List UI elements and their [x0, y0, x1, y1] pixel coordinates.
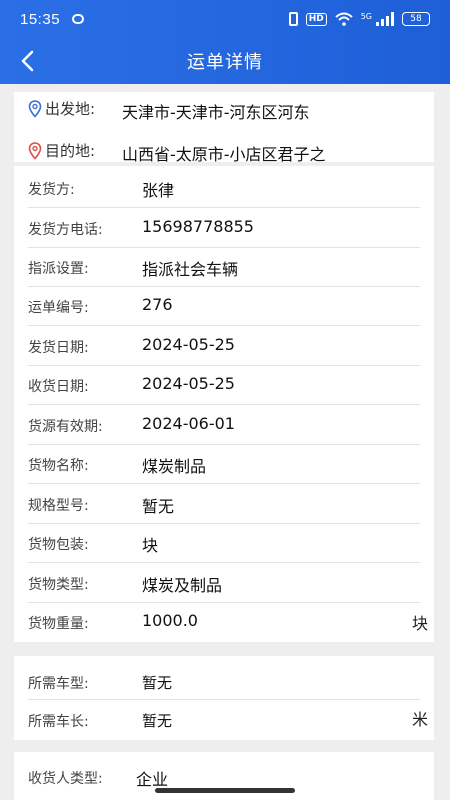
nav-bar: 运单详情 [0, 38, 450, 84]
vehicle-length-label: 所需车长: [28, 714, 89, 730]
vehicle-type-row: 所需车型: 暂无 [28, 662, 420, 700]
weight-label: 货物重量: [28, 616, 89, 632]
origin-label: 出发地: [45, 100, 96, 118]
receive-date-value: 2024-05-25 [142, 374, 235, 393]
assignment-value: 指派社会车辆 [142, 260, 239, 279]
app-header: 15:35 HD 5G 58 运单详情 [0, 0, 450, 84]
spec-model-value: 暂无 [142, 497, 175, 516]
chevron-left-icon [21, 50, 34, 72]
detail-row: 货物类型: 煤炭及制品 [28, 563, 420, 603]
destination-row: 目的地: [28, 140, 95, 161]
receiver-type-label: 收货人类型: [28, 771, 103, 787]
assignment-label: 指派设置: [28, 261, 89, 277]
vehicle-requirements-card: 所需车型: 暂无 所需车长: 暂无 米 [14, 656, 434, 740]
detail-row: 发货方电话: 15698778855 [28, 208, 420, 248]
weight-value: 1000.0 [142, 611, 198, 630]
status-icons: HD 5G 58 [288, 12, 430, 26]
detail-row: 货物名称: 煤炭制品 [28, 444, 420, 484]
waybill-number-value: 276 [142, 295, 173, 314]
notification-icon [72, 14, 85, 24]
vehicle-length-value: 暂无 [142, 712, 173, 730]
destination-label: 目的地: [45, 142, 96, 160]
detail-row: 收货日期: 2024-05-25 [28, 365, 420, 405]
goods-type-label: 货物类型: [28, 577, 89, 593]
goods-name-label: 货物名称: [28, 458, 89, 474]
home-indicator[interactable] [155, 788, 295, 793]
shipper-value: 张律 [142, 181, 175, 200]
page-title: 运单详情 [187, 52, 263, 73]
shipper-label: 发货方: [28, 182, 75, 198]
vehicle-length-unit: 米 [411, 710, 428, 729]
wifi-icon [335, 12, 353, 26]
detail-row: 货源有效期: 2024-06-01 [28, 405, 420, 445]
detail-row: 发货方: 张律 [28, 168, 420, 208]
goods-name-value: 煤炭制品 [142, 457, 207, 476]
receiver-type-value: 企业 [136, 770, 169, 789]
vehicle-type-label: 所需车型: [28, 676, 89, 692]
detail-row: 指派设置: 指派社会车辆 [28, 247, 420, 287]
packaging-label: 货物包装: [28, 537, 89, 553]
destination-value: 山西省-太原市-小店区君子之 [122, 145, 326, 164]
waybill-details-card: 发货方: 张律 发货方电话: 15698778855 指派设置: 指派社会车辆 … [14, 166, 434, 642]
vehicle-type-value: 暂无 [142, 674, 173, 692]
status-bar: 15:35 HD 5G 58 [0, 0, 450, 38]
waybill-number-label: 运单编号: [28, 300, 89, 316]
validity-label: 货源有效期: [28, 419, 103, 435]
signal-icon [376, 12, 394, 26]
detail-row: 发货日期: 2024-05-25 [28, 326, 420, 366]
receive-date-label: 收货日期: [28, 379, 89, 395]
detail-row: 运单编号: 276 [28, 286, 420, 326]
detail-row: 货物重量: 1000.0 块 [28, 602, 428, 642]
validity-value: 2024-06-01 [142, 414, 235, 433]
location-pin-icon [28, 99, 42, 118]
shipper-phone-value: 15698778855 [142, 217, 254, 236]
packaging-value: 块 [142, 536, 159, 555]
hd-icon: HD [305, 12, 327, 26]
vibrate-icon [288, 12, 298, 26]
detail-row: 规格型号: 暂无 [28, 484, 420, 524]
status-time: 15:35 [20, 10, 61, 28]
origin-row: 出发地: [28, 98, 95, 119]
spec-model-label: 规格型号: [28, 498, 89, 514]
route-card: 出发地: 天津市-天津市-河东区河东 目的地: 山西省-太原市-小店区君子之 [14, 92, 434, 164]
back-button[interactable] [10, 44, 44, 78]
shipper-phone-label: 发货方电话: [28, 222, 103, 238]
weight-unit: 块 [411, 614, 428, 633]
location-pin-icon [28, 141, 42, 160]
ship-date-value: 2024-05-25 [142, 335, 235, 354]
vehicle-length-row: 所需车长: 暂无 米 [28, 700, 428, 738]
ship-date-label: 发货日期: [28, 340, 89, 356]
detail-row: 货物包装: 块 [28, 523, 420, 563]
origin-value: 天津市-天津市-河东区河东 [122, 103, 310, 122]
battery-icon: 58 [402, 12, 430, 26]
goods-type-value: 煤炭及制品 [142, 576, 223, 595]
signal-type-label: 5G [360, 12, 372, 21]
